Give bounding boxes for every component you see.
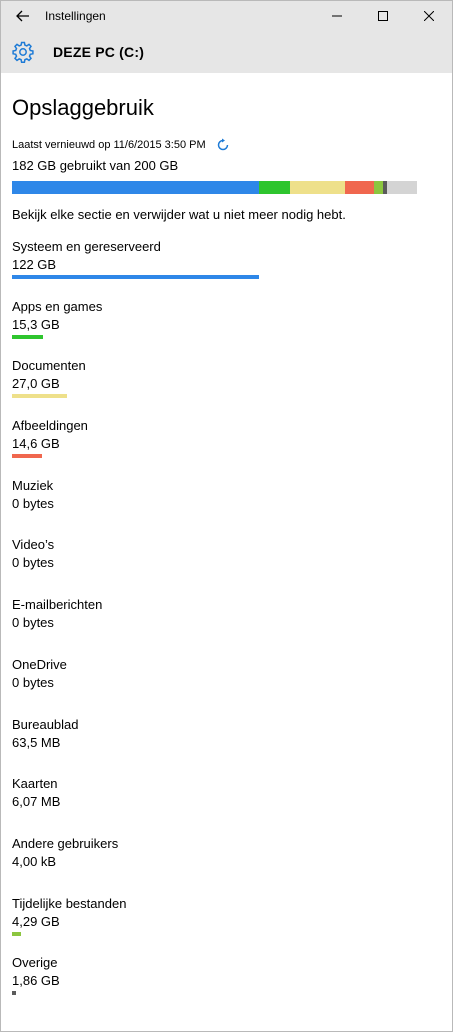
storage-category-item[interactable]: Bureaublad 63,5 MB <box>12 716 442 776</box>
storage-category-item[interactable]: Overige 1,86 GB <box>12 954 442 1014</box>
usage-segment <box>290 181 345 194</box>
window-title: Instellingen <box>45 9 106 23</box>
close-button[interactable] <box>406 1 452 31</box>
title-bar: Instellingen <box>1 1 452 31</box>
category-name: Documenten <box>12 358 86 374</box>
storage-category-item[interactable]: E-mailberichten 0 bytes <box>12 596 442 656</box>
category-name: Muziek <box>12 477 54 493</box>
category-size: 27,0 GB <box>12 376 60 392</box>
hint-text: Bekijk elke sectie en verwijder wat u ni… <box>12 207 346 222</box>
category-usage-bar <box>12 394 67 399</box>
category-usage-bar <box>12 334 43 339</box>
storage-category-item[interactable]: Andere gebruikers 4,00 kB <box>12 835 442 895</box>
maximize-icon <box>378 11 388 21</box>
settings-window: Instellingen DEZE PC (C:) Opslaggebruik … <box>0 0 453 1032</box>
category-name: Systeem en gereserveerd <box>12 239 161 254</box>
category-size: 15,3 GB <box>12 316 60 332</box>
category-usage-bar <box>12 991 16 996</box>
category-name: Video’s <box>12 537 55 553</box>
category-size: 14,6 GB <box>12 436 60 452</box>
category-size: 1,86 GB <box>12 973 60 989</box>
storage-category-item[interactable]: Muziek 0 bytes <box>12 477 442 537</box>
storage-category-item[interactable]: Tijdelijke bestanden 4,29 GB <box>12 895 442 955</box>
storage-category-item[interactable]: Afbeeldingen 14,6 GB <box>12 417 442 477</box>
storage-content: Opslaggebruik Laatst vernieuwd op 11/6/2… <box>12 73 442 1014</box>
category-size: 4,29 GB <box>12 913 60 929</box>
category-name: Afbeeldingen <box>12 418 88 434</box>
storage-category-item[interactable]: Systeem en gereserveerd 122 GB <box>12 238 442 298</box>
usage-segment <box>374 181 383 194</box>
back-arrow-icon <box>16 10 29 22</box>
close-icon <box>424 11 434 21</box>
category-name: E-mailberichten <box>12 597 103 613</box>
storage-category-item[interactable]: Video’s 0 bytes <box>12 536 442 596</box>
category-list: Systeem en gereserveerd 122 GB Apps en gam… <box>12 238 442 1014</box>
storage-category-item[interactable]: Kaarten 6,07 MB <box>12 775 442 835</box>
gear-icon <box>12 41 34 63</box>
minimize-icon <box>332 15 342 17</box>
category-size: 122 GB <box>12 257 57 272</box>
drive-title: DEZE PC (C:) <box>53 44 145 60</box>
refresh-icon <box>217 138 228 151</box>
usage-segment <box>12 181 260 194</box>
category-name: Andere gebruikers <box>12 835 119 851</box>
page-title: Opslaggebruik <box>12 95 154 120</box>
refresh-button[interactable] <box>216 138 230 152</box>
category-size: 4,00 kB <box>12 853 57 869</box>
usage-segment <box>382 181 387 194</box>
category-name: OneDrive <box>12 656 67 672</box>
refresh-row: Laatst vernieuwd op 11/6/2015 3:50 PM <box>12 137 442 153</box>
storage-category-item[interactable]: Documenten 27,0 GB <box>12 357 442 417</box>
category-usage-bar <box>12 275 260 279</box>
category-usage-bar <box>12 931 21 936</box>
category-usage-bar <box>12 454 42 459</box>
category-name: Tijdelijke bestanden <box>12 895 127 911</box>
storage-category-item[interactable]: Apps en games 15,3 GB <box>12 298 442 358</box>
category-name: Bureaublad <box>12 716 79 732</box>
usage-summary: 182 GB gebruikt van 200 GB <box>12 158 179 173</box>
back-button[interactable] <box>1 1 45 31</box>
maximize-button[interactable] <box>360 1 406 31</box>
usage-segment <box>259 181 291 194</box>
category-size: 0 bytes <box>12 555 54 571</box>
minimize-button[interactable] <box>314 1 360 31</box>
category-size: 6,07 MB <box>12 794 61 810</box>
category-size: 0 bytes <box>12 615 54 631</box>
window-controls <box>314 1 452 31</box>
category-name: Kaarten <box>12 776 58 792</box>
total-usage-bar <box>12 181 417 194</box>
category-name: Overige <box>12 955 58 971</box>
category-size: 0 bytes <box>12 495 54 511</box>
usage-segment <box>344 181 375 194</box>
category-size: 0 bytes <box>12 674 54 690</box>
settings-header: DEZE PC (C:) <box>1 31 452 73</box>
category-size: 63,5 MB <box>12 734 61 750</box>
settings-gear <box>1 31 45 73</box>
storage-category-item[interactable]: OneDrive 0 bytes <box>12 656 442 716</box>
last-refreshed-text: Laatst vernieuwd op 11/6/2015 3:50 PM <box>12 139 206 151</box>
category-name: Apps en games <box>12 298 103 314</box>
